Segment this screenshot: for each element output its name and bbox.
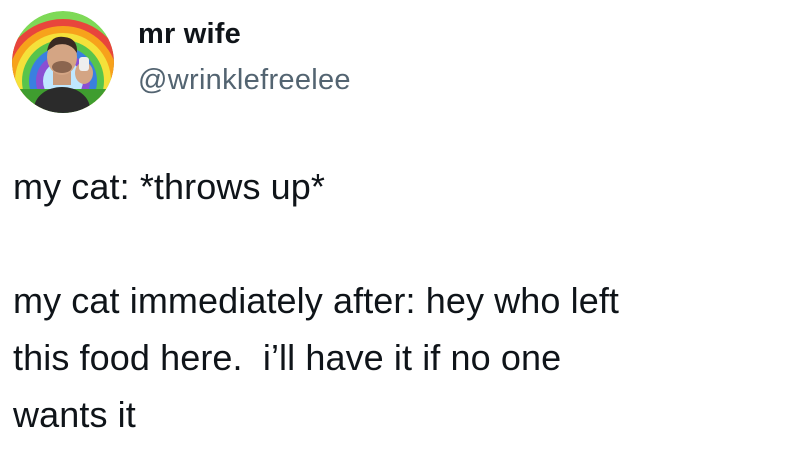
tweet-text-line: my cat: *throws up* [13, 166, 326, 207]
author-handle[interactable]: @wrinklefreelee [138, 60, 351, 100]
tweet-text-line: this food here. i’ll have it if no one [13, 337, 562, 378]
avatar-photo-icon [12, 11, 114, 113]
author-avatar[interactable] [12, 11, 114, 113]
tweet-text: my cat: *throws up* my cat immediately a… [13, 158, 788, 443]
tweet-text-line [13, 215, 788, 272]
tweet-card: mr wife @wrinklefreelee my cat: *throws … [0, 0, 800, 466]
tweet-text-line: wants it [13, 394, 136, 435]
author-info: mr wife @wrinklefreelee [138, 14, 351, 100]
tweet-text-line: my cat immediately after: hey who left [13, 280, 620, 321]
author-display-name[interactable]: mr wife [138, 14, 351, 54]
